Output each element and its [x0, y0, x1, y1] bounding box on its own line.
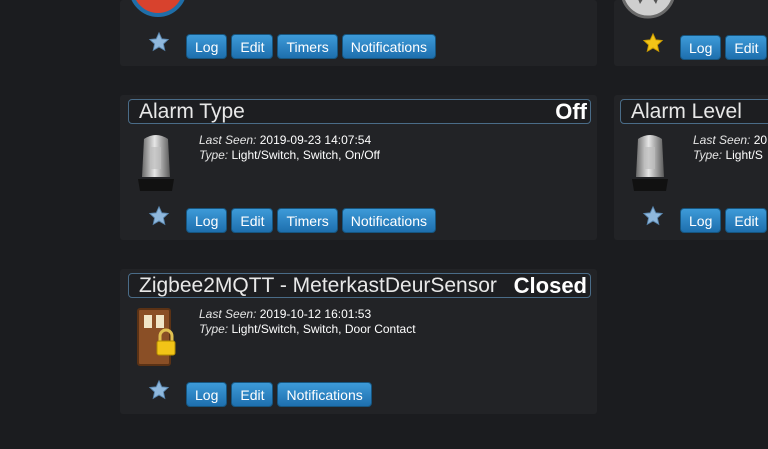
log-button[interactable]: Log	[186, 208, 228, 233]
last-seen-line: Last Seen: 2019-09-23 14:07:54	[199, 133, 371, 148]
edit-button[interactable]: Edit	[231, 208, 274, 233]
last-seen-line: Last Seen: 2019-10-12 16:01:53	[199, 307, 371, 322]
favorite-star-icon[interactable]	[148, 31, 170, 53]
device-action-buttons: Log Edit	[680, 208, 768, 233]
device-name: Alarm Type	[139, 100, 245, 123]
type-line: Type: Light/S	[693, 148, 763, 163]
last-seen-label: Last Seen:	[199, 307, 257, 321]
device-card-top-right: Log Edit	[614, 0, 768, 66]
log-button[interactable]: Log	[680, 35, 722, 60]
type-line: Type: Light/Switch, Switch, On/Off	[199, 148, 380, 163]
type-value: Light/Switch, Switch, On/Off	[231, 148, 380, 162]
device-header: Zigbee2MQTT - MeterkastDeurSensor Closed	[128, 273, 591, 298]
favorite-star-icon[interactable]	[642, 205, 664, 227]
device-status: Closed	[513, 273, 587, 298]
device-name: Zigbee2MQTT - MeterkastDeurSensor	[139, 274, 497, 297]
device-card-top-left: Log Edit Timers Notifications	[120, 0, 597, 66]
device-action-buttons: Log Edit Notifications	[186, 382, 372, 407]
log-button[interactable]: Log	[186, 382, 228, 407]
favorite-star-icon[interactable]	[642, 32, 664, 54]
device-status-icon	[130, 0, 186, 20]
log-button[interactable]: Log	[680, 208, 722, 233]
device-action-buttons: Log Edit Timers Notifications	[186, 208, 437, 233]
timers-button[interactable]: Timers	[277, 34, 338, 59]
edit-button[interactable]: Edit	[231, 382, 274, 407]
type-label: Type:	[693, 148, 723, 162]
last-seen-value: 2019-10-12	[753, 133, 768, 147]
last-seen-value: 2019-10-12 16:01:53	[259, 307, 372, 321]
notifications-button[interactable]: Notifications	[341, 34, 437, 59]
last-seen-label: Last Seen:	[199, 133, 257, 147]
log-button[interactable]: Log	[186, 34, 228, 59]
device-card-door-sensor: Zigbee2MQTT - MeterkastDeurSensor Closed…	[120, 269, 597, 414]
edit-button[interactable]: Edit	[231, 34, 274, 59]
type-value: Light/S	[725, 148, 763, 162]
favorite-star-icon[interactable]	[148, 205, 170, 227]
timers-button[interactable]: Timers	[277, 208, 338, 233]
type-line: Type: Light/Switch, Switch, Door Contact	[199, 322, 416, 337]
siren-icon	[630, 133, 670, 193]
fan-icon	[622, 0, 674, 20]
last-seen-value: 2019-09-23 14:07:54	[259, 133, 372, 147]
device-name: Alarm Level	[631, 100, 742, 123]
type-label: Type:	[199, 148, 229, 162]
door-lock-icon	[136, 307, 178, 367]
device-card-alarm-type: Alarm Type Off Last Seen: 2019-09-23 14:…	[120, 95, 597, 240]
edit-button[interactable]: Edit	[725, 35, 768, 60]
device-header: Alarm Level	[620, 99, 768, 124]
notifications-button[interactable]: Notifications	[277, 382, 372, 407]
favorite-star-icon[interactable]	[148, 379, 170, 401]
edit-button[interactable]: Edit	[725, 208, 768, 233]
device-card-alarm-level: Alarm Level Last Seen: 2019-10-12 Type: …	[614, 95, 768, 240]
last-seen-line: Last Seen: 2019-10-12	[693, 133, 768, 148]
device-header: Alarm Type Off	[128, 99, 591, 124]
type-value: Light/Switch, Switch, Door Contact	[231, 322, 416, 336]
siren-icon	[136, 133, 176, 193]
device-action-buttons: Log Edit	[680, 35, 768, 60]
device-status: Off	[555, 99, 587, 124]
notifications-button[interactable]: Notifications	[341, 208, 437, 233]
last-seen-label: Last Seen:	[693, 133, 751, 147]
type-label: Type:	[199, 322, 229, 336]
device-action-buttons: Log Edit Timers Notifications	[186, 34, 437, 59]
